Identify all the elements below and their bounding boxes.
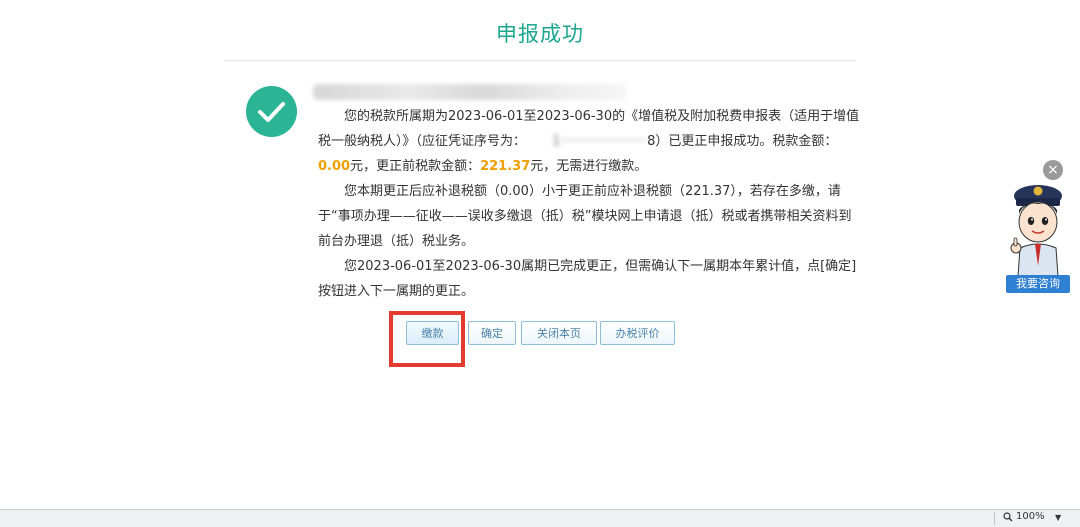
zoom-level: 100%: [1016, 511, 1045, 522]
message-paragraph-1: 您的税款所属期为2023-06-01至2023-06-30的《增值税及附加税费申…: [318, 104, 863, 179]
zoom-control[interactable]: 100%: [1003, 511, 1045, 522]
status-divider: [994, 512, 995, 525]
message-text: 元，无需进行缴款。: [530, 159, 648, 174]
confirm-button[interactable]: 确定: [468, 321, 516, 345]
message-text: ）已更正申报成功。税款金额：: [655, 134, 838, 149]
tax-amount: 0.00: [318, 159, 351, 174]
redacted-serial-number: 1·····················: [552, 134, 648, 149]
close-page-button[interactable]: 关闭本页: [521, 321, 597, 345]
chevron-down-icon[interactable]: ▼: [1055, 513, 1061, 522]
message-text: 元，更正前税款金额：: [350, 159, 481, 174]
status-bar: [0, 509, 1080, 527]
success-check-icon: [246, 86, 297, 137]
message-paragraph-3: 您2023-06-01至2023-06-30属期已完成更正，但需确认下一属期本年…: [318, 259, 857, 299]
message-paragraph-2: 您本期更正后应补退税额（0.00）小于更正前应补退税额（221.37），若存在多…: [318, 184, 852, 249]
title-divider: [224, 60, 856, 61]
previous-tax-amount: 221.37: [480, 159, 531, 174]
evaluate-button[interactable]: 办税评价: [600, 321, 675, 345]
highlight-box: [389, 311, 465, 367]
page-title: 申报成功: [496, 22, 584, 46]
assistant-avatar-icon[interactable]: [1004, 176, 1072, 280]
consult-button[interactable]: 我要咨询: [1006, 275, 1070, 293]
redacted-taxpayer-name: [313, 84, 627, 100]
magnifier-icon: [1003, 511, 1013, 521]
result-message: 您的税款所属期为2023-06-01至2023-06-30的《增值税及附加税费申…: [318, 104, 863, 304]
